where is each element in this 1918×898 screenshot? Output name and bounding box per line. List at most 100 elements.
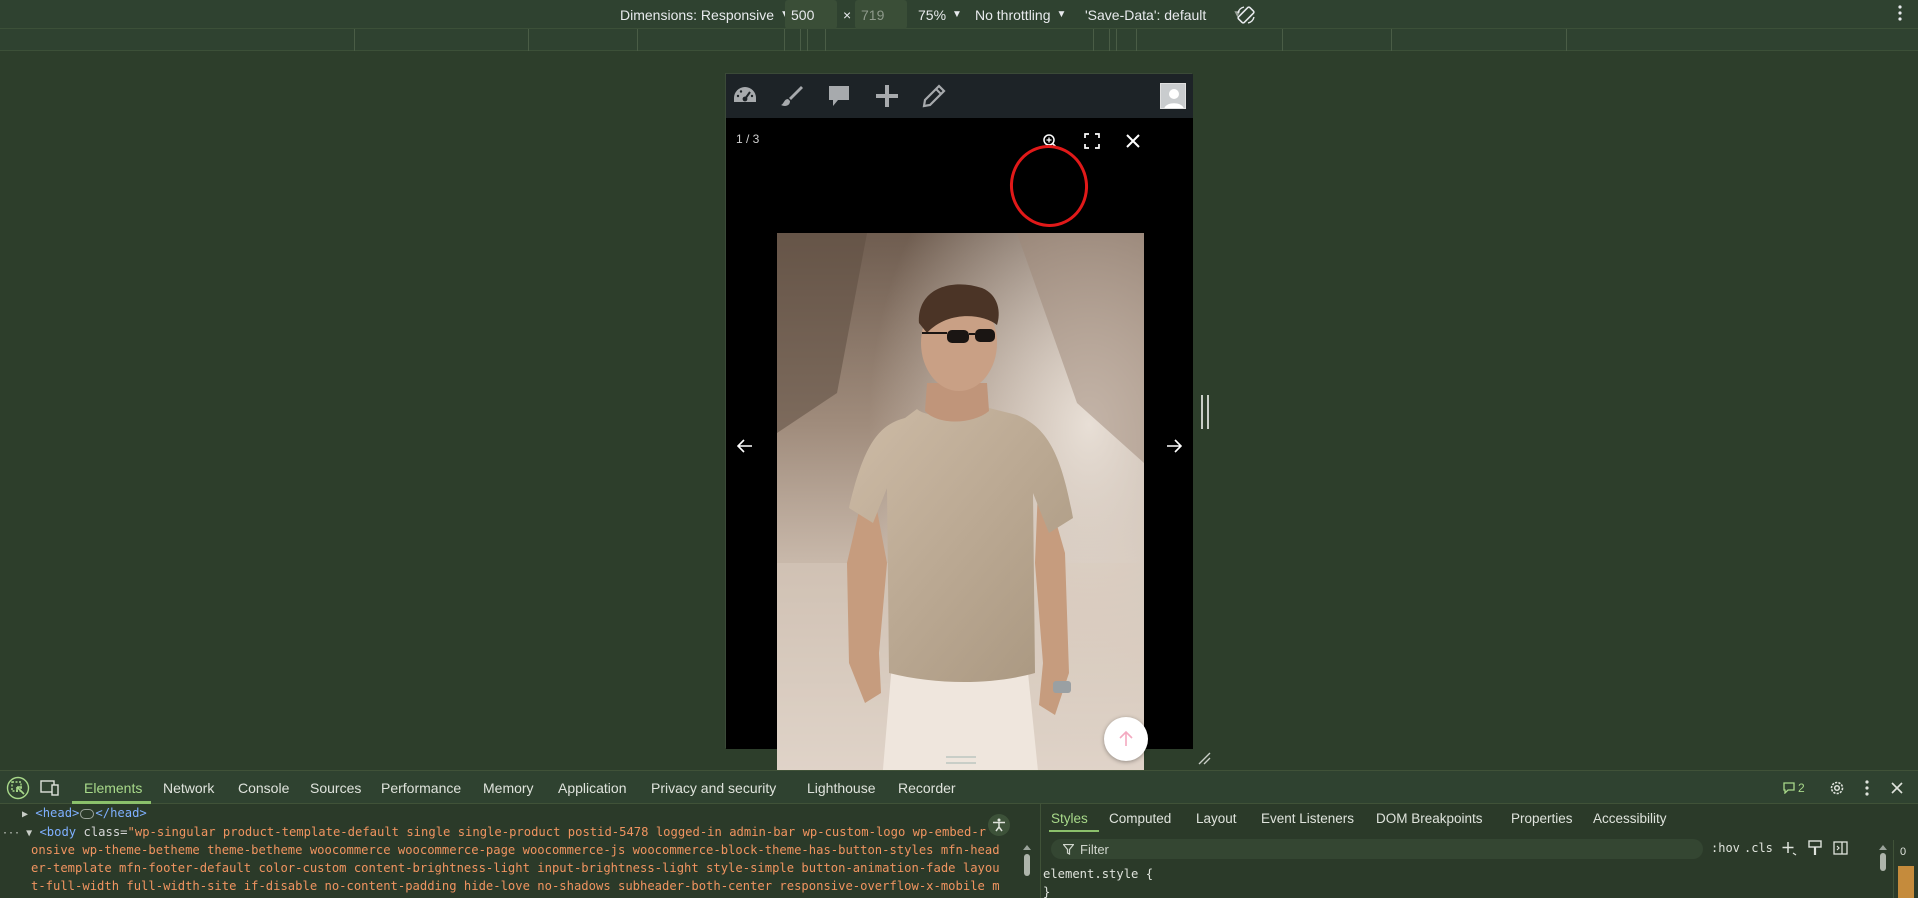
- previous-slide-button[interactable]: [730, 431, 760, 461]
- accessibility-icon: [993, 818, 1005, 832]
- zoom-dropdown[interactable]: 75% ▼: [918, 0, 962, 29]
- styles-filter-input[interactable]: Filter: [1051, 839, 1703, 859]
- customize-devtools-button[interactable]: [1865, 771, 1869, 804]
- next-slide-button[interactable]: [1159, 431, 1189, 461]
- tab-event-listeners[interactable]: Event Listeners: [1261, 804, 1354, 832]
- tab-accessibility[interactable]: Accessibility: [1593, 804, 1667, 832]
- fullscreen-icon: [1084, 133, 1100, 149]
- tab-console[interactable]: Console: [238, 771, 289, 804]
- tab-elements[interactable]: Elements: [84, 771, 142, 804]
- chevron-down-icon: ▼: [952, 9, 962, 20]
- rotate-icon: [1237, 5, 1255, 24]
- dashboard-icon[interactable]: [730, 82, 760, 110]
- slide-counter: 1 / 3: [736, 132, 760, 146]
- rule-close-brace: }: [1043, 885, 1051, 898]
- save-data-value: 'Save-Data': default: [1085, 6, 1207, 23]
- tab-properties[interactable]: Properties: [1511, 804, 1573, 832]
- issues-count: 2: [1798, 780, 1805, 795]
- dimensions-label: Dimensions: Responsive: [620, 6, 775, 23]
- tab-memory[interactable]: Memory: [483, 771, 534, 804]
- close-button[interactable]: [1118, 126, 1148, 156]
- tab-network[interactable]: Network: [163, 771, 214, 804]
- image-lightbox: 1 / 3: [726, 118, 1193, 781]
- height-input[interactable]: 719: [855, 0, 907, 29]
- ellipsis-icon[interactable]: [80, 808, 95, 819]
- arrow-left-icon: [737, 439, 752, 453]
- head-node[interactable]: ▶ <head> </head>: [22, 804, 1002, 824]
- box-model-margin: [1898, 866, 1914, 898]
- tab-computed[interactable]: Computed: [1109, 804, 1171, 832]
- cls-toggle[interactable]: .cls: [1744, 836, 1773, 860]
- element-style-selector[interactable]: element.style {: [1043, 867, 1153, 881]
- add-new-icon[interactable]: [872, 82, 902, 110]
- tab-application[interactable]: Application: [558, 771, 627, 804]
- accessibility-button[interactable]: [988, 814, 1010, 836]
- scroll-to-top-button[interactable]: [1104, 717, 1148, 761]
- new-style-rule-button[interactable]: [1781, 836, 1797, 860]
- element-state-button[interactable]: [1808, 836, 1822, 860]
- issues-icon: [1783, 781, 1795, 794]
- box-model-value: 0: [1900, 846, 1907, 858]
- toggle-sidebar-button[interactable]: [1833, 836, 1848, 860]
- tab-layout[interactable]: Layout: [1196, 804, 1237, 832]
- elements-tree: ▶ <head> </head> ··· ▼ <body class="wp-si…: [0, 804, 1038, 898]
- tab-performance[interactable]: Performance: [381, 771, 461, 804]
- tab-styles[interactable]: Styles: [1051, 804, 1088, 832]
- body-class-line: er-template mfn-footer-default color-cus…: [31, 861, 1000, 875]
- media-query-ruler: [0, 29, 1918, 51]
- save-data-dropdown[interactable]: 'Save-Data': default ▼: [1085, 0, 1242, 29]
- expand-arrow-icon[interactable]: ▶: [22, 809, 28, 820]
- tab-dom-breakpoints[interactable]: DOM Breakpoints: [1376, 804, 1483, 832]
- more-options-icon[interactable]: [1898, 4, 1902, 25]
- body-class-line: t-full-width full-width-site if-disable …: [31, 879, 1000, 893]
- filter-icon: [1063, 843, 1074, 855]
- resize-handle-bottom[interactable]: [946, 756, 976, 764]
- tab-privacy-security[interactable]: Privacy and security: [651, 771, 776, 804]
- collapse-arrow-icon[interactable]: ··· ▼: [2, 828, 32, 839]
- body-node[interactable]: ··· ▼ <body class="wp-singular product-t…: [2, 823, 1012, 843]
- device-viewport: 1 / 3: [725, 73, 1193, 781]
- zoom-value: 75%: [918, 6, 947, 23]
- fullscreen-button[interactable]: [1077, 126, 1107, 156]
- inspect-element-button[interactable]: [6, 771, 30, 804]
- box-model-preview: 0: [1893, 840, 1917, 898]
- filter-placeholder: Filter: [1080, 841, 1109, 857]
- close-icon: [1891, 781, 1903, 794]
- tab-sources[interactable]: Sources: [310, 771, 361, 804]
- plus-icon: [1782, 842, 1797, 856]
- comments-icon[interactable]: [824, 82, 854, 110]
- elements-scrollbar[interactable]: [1021, 842, 1033, 898]
- avatar[interactable]: [1160, 83, 1186, 109]
- edit-pencil-icon[interactable]: [919, 82, 949, 110]
- arrow-right-icon: [1167, 439, 1182, 453]
- throttling-value: No throttling: [975, 6, 1051, 23]
- styles-sidebar: Styles Computed Layout Event Listeners D…: [1040, 804, 1918, 898]
- more-options-icon: [1865, 779, 1869, 796]
- device-toggle-button[interactable]: [40, 771, 60, 804]
- devtools-panel: Elements Network Console Sources Perform…: [0, 770, 1918, 898]
- width-value: 500: [791, 6, 815, 23]
- tab-lighthouse[interactable]: Lighthouse: [807, 771, 876, 804]
- device-toolbar-icon: [40, 779, 59, 796]
- close-devtools-button[interactable]: [1891, 771, 1903, 804]
- customize-brush-icon[interactable]: [777, 82, 807, 110]
- product-image[interactable]: [777, 233, 1144, 781]
- active-tab-indicator: [1049, 830, 1099, 832]
- tab-recorder[interactable]: Recorder: [898, 771, 956, 804]
- wp-admin-bar: [726, 74, 1193, 118]
- resize-corner-icon[interactable]: [1197, 751, 1211, 770]
- dimensions-dropdown[interactable]: Dimensions: Responsive ▼: [620, 0, 790, 29]
- height-value: 719: [861, 6, 885, 23]
- sidebar-toggle-icon: [1833, 841, 1848, 855]
- resize-handle-right[interactable]: [1201, 395, 1209, 429]
- hov-toggle[interactable]: :hov: [1711, 836, 1740, 860]
- settings-button[interactable]: [1828, 771, 1846, 804]
- issues-badge[interactable]: 2: [1783, 771, 1805, 804]
- rotate-button[interactable]: [1236, 0, 1256, 29]
- styles-scrollbar[interactable]: [1877, 843, 1889, 898]
- close-icon: [1126, 134, 1140, 148]
- device-toolbar: Dimensions: Responsive ▼ 500 × 719 75% ▼…: [0, 0, 1918, 29]
- width-input[interactable]: 500: [785, 0, 837, 29]
- arrow-up-icon: [1119, 731, 1133, 746]
- throttling-dropdown[interactable]: No throttling ▼: [975, 0, 1066, 29]
